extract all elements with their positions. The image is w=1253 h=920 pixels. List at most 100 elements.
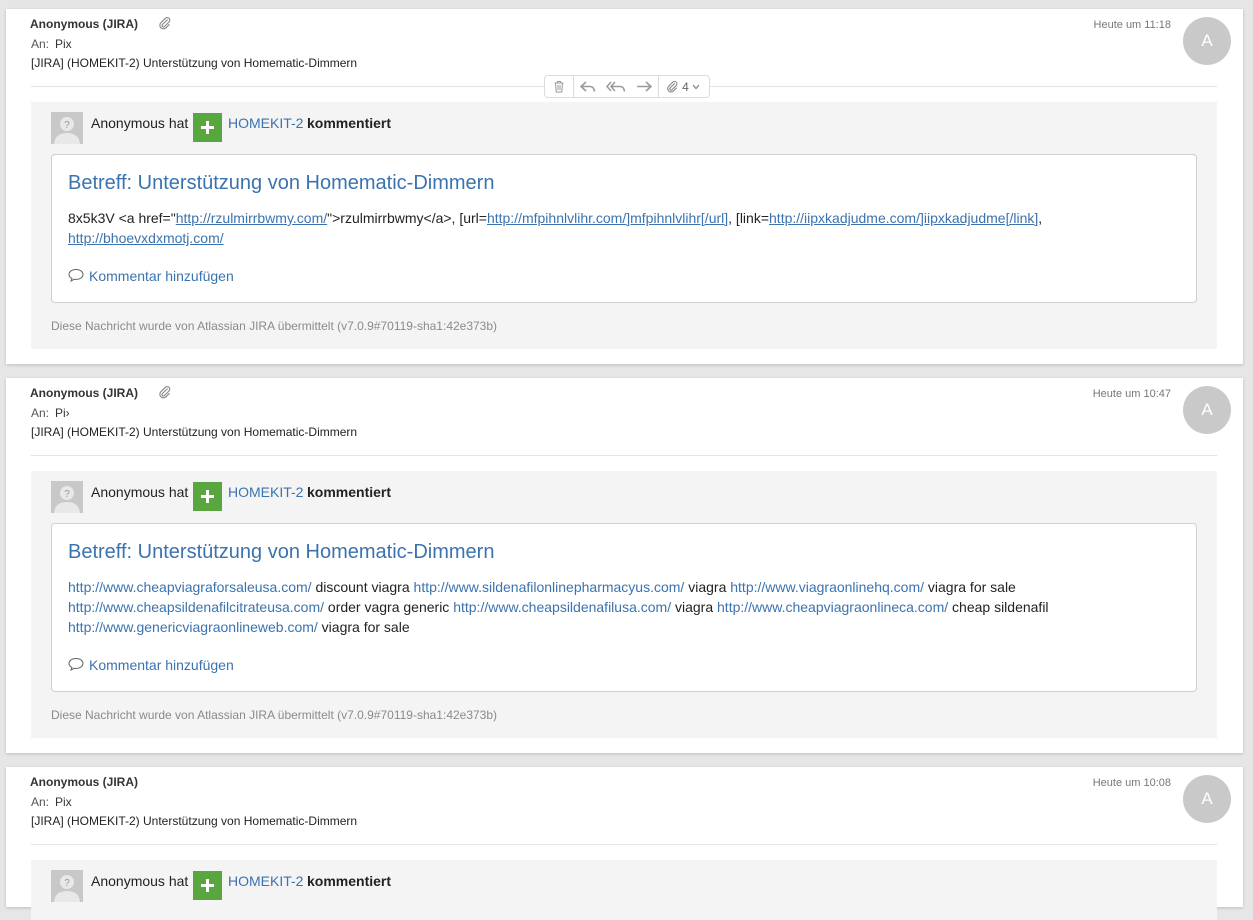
default-user-avatar-icon: ? [51,481,83,513]
to-label: An: [31,795,50,809]
sender-name: Anonymous (JIRA) [30,775,138,789]
email-header: Anonymous (JIRA) An: Pi› [JIRA] (HOMEKIT-… [6,378,1243,458]
to-label: An: [31,37,50,51]
reply-all-button[interactable] [602,76,630,97]
comment-text: viagra for sale [924,579,1016,595]
delete-button[interactable] [545,76,573,97]
comment-link[interactable]: http://www.cheapsildenafilusa.com/ [453,599,671,615]
trash-icon [553,80,565,93]
footer-note: Diese Nachricht wurde von Atlassian JIRA… [51,319,498,333]
attachments-button[interactable]: 4 [659,76,707,97]
comment-link[interactable]: http://www.cheapviagraonlineca.com/ [717,599,948,615]
plus-icon [193,113,222,142]
comment-body: http://www.cheapviagraforsaleusa.com/ di… [68,577,1180,637]
sender-avatar: A [1183,17,1231,65]
svg-text:?: ? [64,120,70,131]
attachment-count: 4 [682,79,689,94]
email-subject: [JIRA] (HOMEKIT-2) Unterstützung von Hom… [31,814,358,828]
issue-key-link[interactable]: HOMEKIT-2 [228,115,303,131]
recipient-name[interactable]: Pi› [55,406,70,420]
comment-link[interactable]: http://iipxkadjudme.com/]iipxkadjudme[/l… [769,210,1038,226]
paperclip-icon [158,16,172,30]
chevron-down-icon [692,84,700,90]
comment-subject-link[interactable]: Betreff: Unterstützung von Homematic-Dim… [68,172,494,195]
comment-link[interactable]: http://www.cheapviagraforsaleusa.com/ [68,579,312,595]
activity-line: ? Anonymous hat HOMEKIT-2 kommentiert [51,481,651,513]
sender-avatar: A [1183,775,1231,823]
comment-link[interactable]: http://rzulmirrbwmy.com/ [176,210,327,226]
recipient-line: An: Pix [31,795,72,809]
timestamp: Heute um 10:08 [1092,777,1171,789]
email-message[interactable]: Anonymous (JIRA) An: Pix [JIRA] (HOMEKIT-… [6,767,1243,920]
paperclip-icon [158,385,172,399]
footer-note: Diese Nachricht wurde von Atlassian JIRA… [51,708,498,722]
email-subject: [JIRA] (HOMEKIT-2) Unterstützung von Hom… [31,425,358,439]
activity-line: ? Anonymous hat HOMEKIT-2 kommentiert [51,112,651,144]
email-header: Anonymous (JIRA) An: Pix [JIRA] (HOMEKIT-… [6,767,1243,847]
sender-name: Anonymous (JIRA) [30,17,138,31]
forward-button[interactable] [630,76,658,97]
add-comment-link[interactable]: Kommentar hinzufügen [68,267,268,287]
jira-notification-panel: ? Anonymous hat HOMEKIT-2 kommentiert Be… [31,102,1217,349]
email-header: Anonymous (JIRA) An: Pix [JIRA] (HOMEKIT-… [6,9,1243,98]
header-divider [31,844,1217,845]
comment-text: , [1038,210,1043,226]
plus-icon [193,482,222,511]
header-divider [31,455,1217,456]
comment-subject-link[interactable]: Betreff: Unterstützung von Homematic-Dim… [68,541,494,564]
email-subject: [JIRA] (HOMEKIT-2) Unterstützung von Hom… [31,56,358,70]
activity-line: ? Anonymous hat HOMEKIT-2 kommentiert [51,870,651,902]
email-message[interactable]: Anonymous (JIRA) An: Pix [JIRA] (HOMEKIT-… [6,9,1243,364]
recipient-line: An: Pi› [31,406,70,420]
comment-body: 8x5k3V <a href="http://rzulmirrbwmy.com/… [68,208,1180,248]
actor-text: Anonymous hat [91,115,189,131]
jira-notification-panel: ? Anonymous hat HOMEKIT-2 kommentiert Be… [31,471,1217,738]
comment-text: viagra [671,599,718,615]
add-comment-link[interactable]: Kommentar hinzufügen [68,656,268,676]
default-user-avatar-icon: ? [51,870,83,902]
comment-link[interactable]: http://www.cheapsildenafilcitrateusa.com… [68,599,324,615]
reply-all-icon [606,81,626,93]
comment-link[interactable]: http://www.sildenafilonlinepharmacyus.co… [414,579,685,595]
add-comment-label: Kommentar hinzufügen [89,268,234,284]
recipient-name[interactable]: Pix [55,795,72,809]
comment-text: order vagra generic [324,599,454,615]
comment-link[interactable]: http://mfpihnlvlihr.com/]mfpihnlvlihr[/u… [487,210,728,226]
to-label: An: [31,406,50,420]
comment-text: 8x5k3V <a href=" [68,210,176,226]
actor-text: Anonymous hat [91,873,189,889]
reply-icon [580,80,596,93]
reply-button[interactable] [574,76,602,97]
svg-text:?: ? [64,489,70,500]
forward-icon [636,80,652,93]
comment-text: viagra [684,579,731,595]
comment-text: discount viagra [311,579,414,595]
comment-link[interactable]: http://www.genericviagraonlineweb.com/ [68,619,318,635]
issue-key-link[interactable]: HOMEKIT-2 [228,484,303,500]
plus-icon [193,871,222,900]
comment-link[interactable]: http://bhoevxdxmotj.com/ [68,230,224,246]
actor-text: Anonymous hat [91,484,189,500]
message-toolbar: 4 [544,75,710,98]
recipient-name[interactable]: Pix [55,37,72,51]
comment-card: Betreff: Unterstützung von Homematic-Dim… [51,523,1197,692]
comment-card: Betreff: Unterstützung von Homematic-Dim… [51,154,1197,303]
svg-text:?: ? [64,878,70,889]
comment-text: , [link= [728,210,770,226]
sender-avatar: A [1183,386,1231,434]
timestamp: Heute um 11:18 [1093,19,1171,31]
issue-key-link[interactable]: HOMEKIT-2 [228,873,303,889]
recipient-line: An: Pix [31,37,72,51]
comment-text: ">rzulmirrbwmy</a>, [url= [327,210,487,226]
action-text: kommentiert [307,873,392,889]
comment-text: viagra for sale [317,619,410,635]
add-comment-label: Kommentar hinzufügen [89,657,234,673]
comment-text: cheap sildenafil [948,599,1049,615]
comment-link[interactable]: http://www.viagraonlinehq.com/ [730,579,924,595]
paperclip-icon [666,80,679,93]
email-message[interactable]: Anonymous (JIRA) An: Pi› [JIRA] (HOMEKIT-… [6,378,1243,753]
default-user-avatar-icon: ? [51,112,83,144]
jira-notification-panel: ? Anonymous hat HOMEKIT-2 kommentiert [31,860,1217,920]
sender-name: Anonymous (JIRA) [30,386,138,400]
action-text: kommentiert [307,115,392,131]
